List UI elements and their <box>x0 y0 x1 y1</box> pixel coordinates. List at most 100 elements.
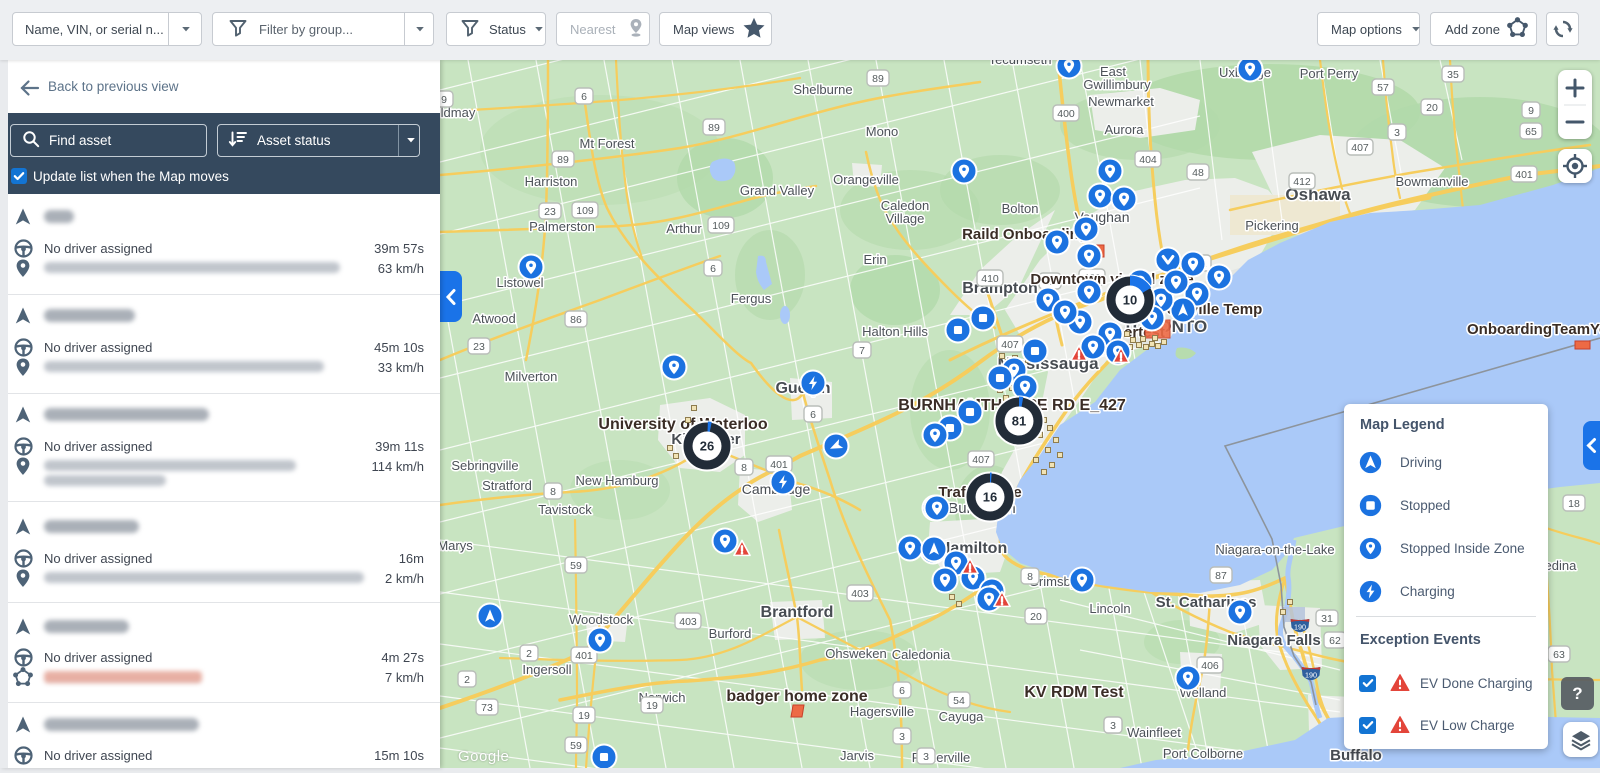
svg-text:410: 410 <box>981 273 999 285</box>
svg-text:86: 86 <box>570 314 582 326</box>
svg-text:Sebringville: Sebringville <box>451 458 518 473</box>
svg-text:73: 73 <box>481 702 493 714</box>
svg-text:19: 19 <box>646 700 658 712</box>
svg-text:Atwood: Atwood <box>472 311 515 326</box>
svg-text:54: 54 <box>953 695 965 707</box>
svg-text:badger home zone: badger home zone <box>726 688 867 705</box>
svg-text:401: 401 <box>575 650 593 662</box>
svg-text:401: 401 <box>1515 169 1533 181</box>
svg-text:Caledonia: Caledonia <box>892 647 951 662</box>
svg-text:Orangeville: Orangeville <box>833 172 899 187</box>
svg-text:89: 89 <box>557 154 569 166</box>
svg-text:59: 59 <box>570 740 582 752</box>
svg-text:6: 6 <box>581 91 587 103</box>
svg-text:65: 65 <box>1525 126 1537 138</box>
svg-text:Aurora: Aurora <box>1104 122 1144 137</box>
svg-text:20: 20 <box>1030 611 1042 623</box>
svg-text:407: 407 <box>1001 339 1019 351</box>
svg-text:Lincoln: Lincoln <box>1089 601 1130 616</box>
svg-text:9: 9 <box>441 94 447 106</box>
svg-text:Mt Forest: Mt Forest <box>580 136 635 151</box>
svg-text:OnboardingTeamYo: OnboardingTeamYo <box>1467 321 1600 338</box>
svg-text:48: 48 <box>1192 167 1204 179</box>
svg-text:Jarvis: Jarvis <box>840 748 874 763</box>
svg-text:Tecumseth: Tecumseth <box>989 60 1052 67</box>
svg-text:63: 63 <box>1553 649 1565 661</box>
svg-text:Port Perry: Port Perry <box>1300 66 1359 81</box>
svg-text:Marys: Marys <box>440 538 473 553</box>
svg-text:Cayuga: Cayuga <box>939 709 985 724</box>
svg-text:Stratford: Stratford <box>482 478 532 493</box>
svg-text:Shelburne: Shelburne <box>793 82 852 97</box>
svg-text:Milverton: Milverton <box>505 369 558 384</box>
svg-text:62: 62 <box>1329 635 1341 647</box>
svg-text:3: 3 <box>923 751 929 763</box>
svg-text:59: 59 <box>570 560 582 572</box>
svg-text:10: 10 <box>1123 293 1137 308</box>
svg-text:23: 23 <box>544 206 556 218</box>
svg-text:Tavistock: Tavistock <box>538 502 592 517</box>
svg-text:57: 57 <box>1377 82 1389 94</box>
svg-text:3: 3 <box>1110 720 1116 732</box>
svg-text:407: 407 <box>972 454 990 466</box>
svg-text:89: 89 <box>708 122 720 134</box>
svg-text:400: 400 <box>1057 108 1075 120</box>
svg-text:Gwillimbury: Gwillimbury <box>1083 77 1151 92</box>
svg-text:404: 404 <box>1139 154 1157 166</box>
svg-text:2: 2 <box>526 648 532 660</box>
svg-text:Wainfleet: Wainfleet <box>1127 725 1181 740</box>
svg-text:Fergus: Fergus <box>731 291 772 306</box>
svg-text:109: 109 <box>576 205 594 217</box>
svg-text:Niagara-on-the-Lake: Niagara-on-the-Lake <box>1215 542 1334 557</box>
svg-text:3: 3 <box>1394 127 1400 139</box>
svg-text:407: 407 <box>1351 142 1369 154</box>
svg-text:Ohsweken: Ohsweken <box>825 646 886 661</box>
svg-text:Grand Valley: Grand Valley <box>740 183 815 198</box>
svg-text:35: 35 <box>1447 69 1459 81</box>
svg-text:Newmarket: Newmarket <box>1088 94 1154 109</box>
svg-text:403: 403 <box>679 616 697 628</box>
svg-text:2: 2 <box>464 674 470 686</box>
svg-text:8: 8 <box>1027 571 1033 583</box>
svg-text:8: 8 <box>741 462 747 474</box>
svg-text:Bolton: Bolton <box>1002 201 1039 216</box>
svg-text:6: 6 <box>810 409 816 421</box>
svg-text:Village: Village <box>886 211 925 226</box>
svg-text:23: 23 <box>473 341 485 353</box>
svg-text:9: 9 <box>1528 105 1534 117</box>
svg-text:6: 6 <box>710 263 716 275</box>
svg-text:406: 406 <box>1201 660 1219 672</box>
svg-text:31: 31 <box>1321 613 1333 625</box>
svg-text:Burford: Burford <box>709 626 752 641</box>
svg-text:19: 19 <box>578 710 590 722</box>
svg-text:University of Waterloo: University of Waterloo <box>598 416 767 433</box>
svg-text:Woodstock: Woodstock <box>569 612 634 627</box>
svg-text:Niagara Falls: Niagara Falls <box>1227 632 1320 649</box>
svg-text:Pickering: Pickering <box>1245 218 1298 233</box>
svg-text:KV RDM Test: KV RDM Test <box>1024 684 1124 701</box>
svg-text:8: 8 <box>550 486 556 498</box>
svg-text:87: 87 <box>1215 570 1227 582</box>
svg-text:3: 3 <box>899 731 905 743</box>
svg-text:16: 16 <box>983 490 997 505</box>
svg-text:Arthur: Arthur <box>666 221 702 236</box>
svg-text:109: 109 <box>712 220 730 232</box>
svg-text:Erin: Erin <box>863 252 886 267</box>
svg-text:89: 89 <box>872 73 884 85</box>
svg-text:Harriston: Harriston <box>525 174 578 189</box>
svg-text:412: 412 <box>1293 176 1311 188</box>
svg-text:Bowmanville: Bowmanville <box>1396 174 1469 189</box>
svg-text:Mono: Mono <box>866 124 899 139</box>
svg-text:Buffalo: Buffalo <box>1330 747 1382 764</box>
svg-text:Ingersoll: Ingersoll <box>522 662 571 677</box>
svg-text:Port Colborne: Port Colborne <box>1163 746 1243 761</box>
svg-text:Hagersville: Hagersville <box>850 704 914 719</box>
svg-text:Halton Hills: Halton Hills <box>862 324 928 339</box>
svg-text:190: 190 <box>1305 670 1317 679</box>
svg-text:190: 190 <box>1294 622 1306 631</box>
svg-text:Brantford: Brantford <box>761 604 834 621</box>
svg-text:403: 403 <box>851 588 869 600</box>
svg-text:Palmerston: Palmerston <box>529 219 595 234</box>
svg-text:81: 81 <box>1012 414 1026 429</box>
svg-text:18: 18 <box>1568 498 1580 510</box>
